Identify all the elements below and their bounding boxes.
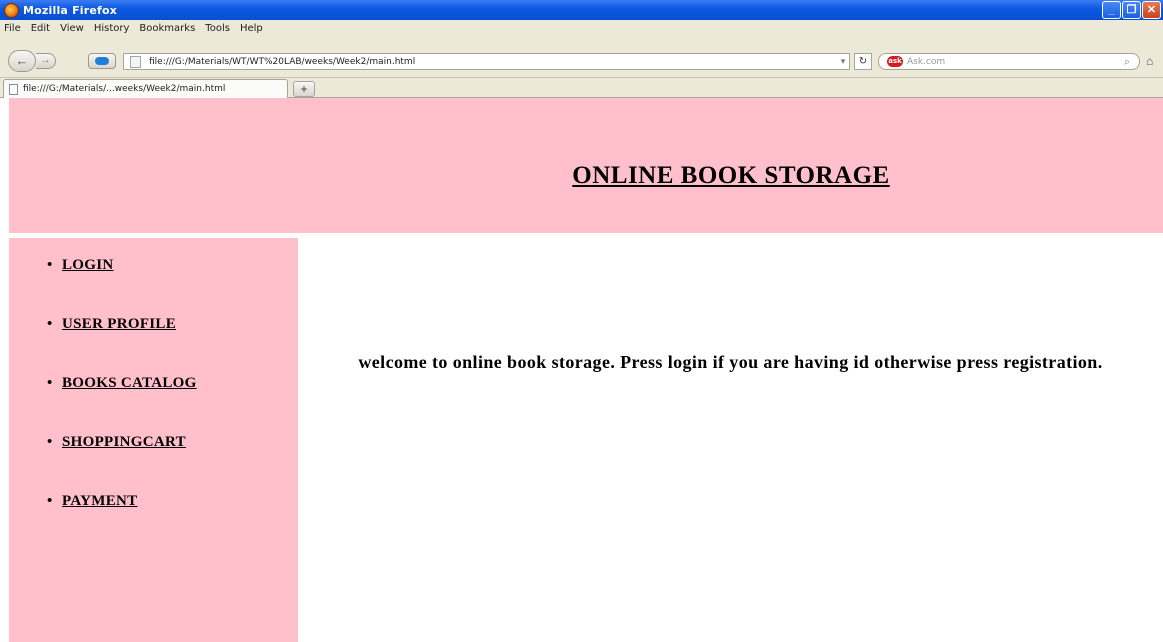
sidebar-frame: LOGIN USER PROFILE BOOKS CATALOG SHOPPIN… <box>9 238 298 642</box>
page-title: ONLINE BOOK STORAGE <box>572 161 890 189</box>
plus-icon[interactable]: + <box>293 81 315 97</box>
sidebar-item-shopping-cart: SHOPPINGCART <box>9 434 298 493</box>
menu-view[interactable]: View <box>56 23 90 34</box>
window-title: Mozilla Firefox <box>23 3 118 17</box>
payment-link[interactable]: PAYMENT <box>62 493 137 509</box>
user-profile-link[interactable]: USER PROFILE <box>62 316 176 332</box>
search-engine-icon[interactable]: ask <box>887 56 903 67</box>
sidebar-item-login: LOGIN <box>9 257 298 316</box>
search-placeholder[interactable]: Ask.com <box>907 57 1119 67</box>
close-button[interactable]: ✕ <box>1142 1 1161 19</box>
address-bar[interactable]: file:///G:/Materials/WT/WT%20LAB/weeks/W… <box>123 53 850 70</box>
menu-history[interactable]: History <box>90 23 136 34</box>
shopping-cart-link[interactable]: SHOPPINGCART <box>62 434 186 450</box>
tab-title: file:///G:/Materials/...weeks/Week2/main… <box>23 84 226 94</box>
window-controls: _ ❐ ✕ <box>1102 1 1161 19</box>
menu-tools[interactable]: Tools <box>201 23 236 34</box>
window-titlebar: Mozilla Firefox _ ❐ ✕ <box>0 0 1163 20</box>
bookmark-pill-button[interactable] <box>88 53 116 69</box>
menu-bookmarks[interactable]: Bookmarks <box>135 23 201 34</box>
chevron-down-icon[interactable]: ▾ <box>837 57 849 67</box>
menu-bar: File Edit View History Bookmarks Tools H… <box>0 20 1163 36</box>
magnifier-icon[interactable]: ⌕ <box>1119 55 1135 69</box>
minimize-button[interactable]: _ <box>1102 1 1121 19</box>
maximize-button[interactable]: ❐ <box>1122 1 1141 19</box>
sidebar-nav-list: LOGIN USER PROFILE BOOKS CATALOG SHOPPIN… <box>9 238 298 552</box>
main-content-frame: welcome to online book storage. Press lo… <box>298 238 1163 642</box>
address-url[interactable]: file:///G:/Materials/WT/WT%20LAB/weeks/W… <box>149 57 837 67</box>
sidebar-item-books-catalog: BOOKS CATALOG <box>9 375 298 434</box>
reload-icon[interactable]: ↻ <box>854 53 872 70</box>
login-link[interactable]: LOGIN <box>62 257 114 273</box>
tab-strip: file:///G:/Materials/...weeks/Week2/main… <box>0 78 1163 98</box>
home-icon[interactable]: ⌂ <box>1146 54 1160 68</box>
search-bar[interactable]: ask Ask.com ⌕ <box>878 53 1140 70</box>
back-arrow-icon[interactable]: ← <box>8 50 36 72</box>
menu-help[interactable]: Help <box>236 23 269 34</box>
sidebar-item-payment: PAYMENT <box>9 493 298 552</box>
welcome-message: welcome to online book storage. Press lo… <box>358 352 1103 372</box>
books-catalog-link[interactable]: BOOKS CATALOG <box>62 375 197 391</box>
sidebar-item-user-profile: USER PROFILE <box>9 316 298 375</box>
menu-edit[interactable]: Edit <box>27 23 56 34</box>
navigation-toolbar: ← → file:///G:/Materials/WT/WT%20LAB/wee… <box>0 36 1163 78</box>
page-favicon-icon <box>130 55 141 68</box>
tab-main[interactable]: file:///G:/Materials/...weeks/Week2/main… <box>3 79 288 98</box>
menu-file[interactable]: File <box>0 23 27 34</box>
forward-arrow-icon[interactable]: → <box>36 53 56 69</box>
page-header-frame: ONLINE BOOK STORAGE <box>9 98 1163 233</box>
firefox-logo-icon <box>4 2 19 18</box>
tab-favicon-icon <box>9 83 18 95</box>
